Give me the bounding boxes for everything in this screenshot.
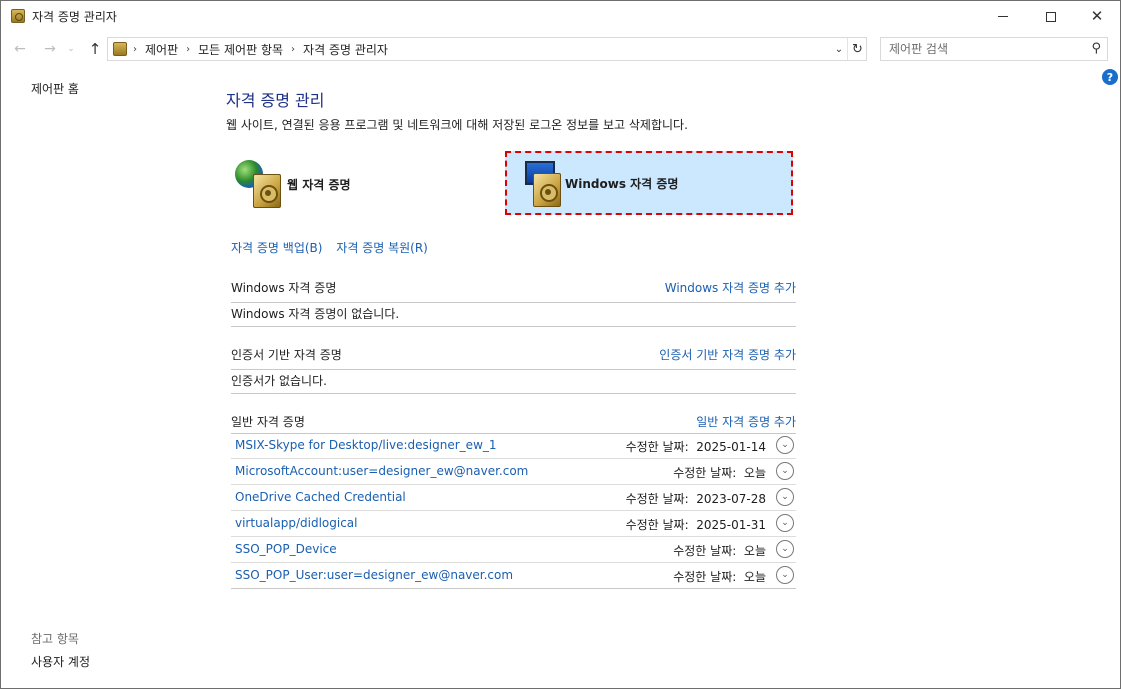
close-button[interactable]: ✕ [1074, 1, 1120, 32]
section-title: Windows 자격 증명 [231, 281, 337, 295]
section-title: 인증서 기반 자격 증명 [231, 348, 342, 362]
minimize-button[interactable] [980, 1, 1026, 32]
credential-manager-icon [11, 9, 25, 23]
up-arrow-icon[interactable]: ↑ [85, 38, 105, 60]
empty-message: 인증서가 없습니다. [231, 374, 327, 388]
web-vault-icon [233, 156, 283, 212]
breadcrumb: › 제어판 › 모든 제어판 항목 › 자격 증명 관리자 [133, 38, 388, 60]
restore-credentials-link[interactable]: 자격 증명 복원(R) [336, 241, 428, 255]
cert-credentials-empty: 인증서가 없습니다. [231, 368, 796, 394]
web-credentials-label: 웹 자격 증명 [287, 177, 351, 192]
cert-credentials-section-header: 인증서 기반 자격 증명 인증서 기반 자격 증명 추가 [231, 344, 796, 370]
close-icon: ✕ [1090, 7, 1104, 25]
credential-row[interactable]: virtualapp/didlogical 수정한 날짜: 2025-01-31… [231, 511, 796, 537]
maximize-icon [1046, 11, 1056, 22]
backup-restore-links: 자격 증명 백업(B) 자격 증명 복원(R) [231, 239, 428, 256]
credential-name[interactable]: SSO_POP_Device [235, 542, 337, 556]
navigation-bar: ← → ⌄ ↑ › 제어판 › 모든 제어판 항목 › 자격 증명 관리자 ⌄ … [1, 34, 1120, 64]
credential-row[interactable]: SSO_POP_User:user=designer_ew@naver.com … [231, 563, 796, 589]
credential-modified-date: 수정한 날짜: 2025-01-14 [625, 440, 766, 454]
user-accounts-link[interactable]: 사용자 계정 [31, 653, 90, 670]
credential-modified-date: 수정한 날짜: 오늘 [673, 466, 766, 480]
credential-row[interactable]: MicrosoftAccount:user=designer_ew@naver.… [231, 459, 796, 485]
page-description: 웹 사이트, 연결된 응용 프로그램 및 네트워크에 대해 저장된 로그온 정보… [226, 118, 688, 132]
credential-name[interactable]: OneDrive Cached Credential [235, 490, 406, 504]
credential-modified-date: 수정한 날짜: 2025-01-31 [625, 518, 766, 532]
expand-chevron-icon[interactable]: ⌄ [776, 514, 794, 532]
maximize-button[interactable] [1028, 1, 1074, 32]
backup-credentials-link[interactable]: 자격 증명 백업(B) [231, 241, 322, 255]
windows-credentials-label: Windows 자격 증명 [565, 176, 679, 191]
safe-icon [533, 173, 561, 207]
windows-credentials-section-header: Windows 자격 증명 Windows 자격 증명 추가 [231, 277, 796, 303]
credential-modified-date: 수정한 날짜: 2023-07-28 [625, 492, 766, 506]
expand-chevron-icon[interactable]: ⌄ [776, 566, 794, 584]
credential-manager-window: 자격 증명 관리자 ✕ ← → ⌄ ↑ › 제어판 › 모든 제어판 항목 › … [0, 0, 1121, 689]
back-arrow-icon[interactable]: ← [10, 38, 30, 60]
expand-chevron-icon[interactable]: ⌄ [776, 436, 794, 454]
windows-credentials-empty: Windows 자격 증명이 없습니다. [231, 301, 796, 327]
window-title: 자격 증명 관리자 [32, 10, 117, 24]
forward-arrow-icon[interactable]: → [40, 38, 60, 60]
help-icon[interactable]: ? [1102, 69, 1118, 85]
breadcrumb-item[interactable]: 자격 증명 관리자 [303, 41, 388, 58]
see-also-heading: 참고 항목 [31, 632, 79, 646]
add-generic-credential-link[interactable]: 일반 자격 증명 추가 [696, 413, 796, 430]
search-input[interactable] [881, 38, 1071, 60]
safe-icon [253, 174, 281, 208]
credential-name[interactable]: MSIX-Skype for Desktop/live:designer_ew_… [235, 438, 497, 452]
credential-row[interactable]: OneDrive Cached Credential 수정한 날짜: 2023-… [231, 485, 796, 511]
page-title: 자격 증명 관리 [226, 91, 325, 110]
generic-credentials-list: MSIX-Skype for Desktop/live:designer_ew_… [231, 433, 796, 589]
empty-message: Windows 자격 증명이 없습니다. [231, 307, 400, 321]
expand-chevron-icon[interactable]: ⌄ [776, 488, 794, 506]
breadcrumb-chevron-icon[interactable]: › [186, 44, 190, 55]
address-bar[interactable]: › 제어판 › 모든 제어판 항목 › 자격 증명 관리자 ⌄ ↻ [107, 37, 867, 61]
search-box[interactable]: ⚲ [880, 37, 1108, 61]
credential-modified-date: 수정한 날짜: 오늘 [673, 544, 766, 558]
expand-chevron-icon[interactable]: ⌄ [776, 462, 794, 480]
credential-name[interactable]: MicrosoftAccount:user=designer_ew@naver.… [235, 464, 528, 478]
control-panel-home-link[interactable]: 제어판 홈 [31, 80, 79, 97]
credential-row[interactable]: SSO_POP_Device 수정한 날짜: 오늘 ⌄ [231, 537, 796, 563]
expand-chevron-icon[interactable]: ⌄ [776, 540, 794, 558]
add-windows-credential-link[interactable]: Windows 자격 증명 추가 [665, 279, 796, 296]
credential-name[interactable]: virtualapp/didlogical [235, 516, 357, 530]
breadcrumb-item[interactable]: 제어판 [145, 41, 178, 58]
windows-vault-icon [513, 155, 563, 211]
credential-name[interactable]: SSO_POP_User:user=designer_ew@naver.com [235, 568, 513, 582]
search-icon[interactable]: ⚲ [1091, 41, 1101, 56]
minimize-icon [998, 16, 1008, 17]
credential-row[interactable]: MSIX-Skype for Desktop/live:designer_ew_… [231, 433, 796, 459]
address-dropdown-icon[interactable]: ⌄ [831, 38, 847, 60]
breadcrumb-chevron-icon[interactable]: › [133, 44, 137, 55]
web-credentials-tile[interactable]: 웹 자격 증명 [233, 153, 493, 215]
windows-credentials-tile[interactable]: Windows 자격 증명 [505, 151, 793, 215]
recent-locations-chevron-icon[interactable]: ⌄ [64, 38, 78, 60]
section-title: 일반 자격 증명 [231, 415, 305, 429]
breadcrumb-item[interactable]: 모든 제어판 항목 [198, 41, 283, 58]
generic-credentials-section-header: 일반 자격 증명 일반 자격 증명 추가 [231, 411, 796, 434]
title-bar: 자격 증명 관리자 ✕ [1, 1, 1120, 32]
credential-modified-date: 수정한 날짜: 오늘 [673, 570, 766, 584]
breadcrumb-chevron-icon[interactable]: › [291, 44, 295, 55]
control-panel-icon [113, 42, 127, 56]
add-certificate-credential-link[interactable]: 인증서 기반 자격 증명 추가 [659, 346, 796, 363]
refresh-icon[interactable]: ↻ [847, 38, 867, 60]
